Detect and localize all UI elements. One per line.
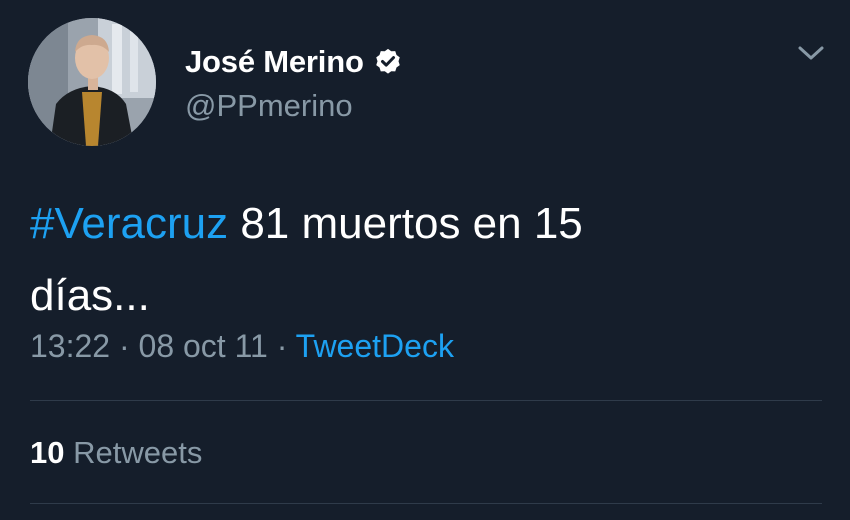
tweet-text-line2: días... [30, 271, 150, 320]
divider [30, 400, 822, 401]
retweet-stats[interactable]: 10 Retweets [30, 435, 202, 471]
display-name[interactable]: José Merino [185, 44, 364, 80]
user-name-row: José Merino [185, 40, 403, 84]
tweet-card: José Merino @PPmerino #Veracruz 81 muert… [0, 0, 850, 520]
source-link[interactable]: TweetDeck [296, 328, 454, 364]
verified-badge-icon [375, 48, 400, 74]
user-handle[interactable]: @PPmerino [185, 88, 353, 124]
retweets-label: Retweets [64, 435, 203, 470]
meta-separator: · [110, 328, 139, 364]
tweet-text-line1: 81 muertos en 15 [228, 199, 583, 248]
divider [30, 503, 822, 504]
avatar-image [28, 18, 156, 146]
hashtag-link[interactable]: #Veracruz [30, 199, 228, 248]
tweet-meta: 13:22 · 08 oct 11 · TweetDeck [30, 328, 454, 365]
meta-separator: · [267, 328, 296, 364]
tweet-text: #Veracruz 81 muertos en 15 días... [30, 188, 810, 332]
avatar[interactable] [28, 18, 156, 146]
retweets-count: 10 [30, 435, 65, 470]
chevron-down-icon[interactable] [793, 38, 829, 68]
tweet-date[interactable]: 08 oct 11 [139, 328, 268, 364]
tweet-time[interactable]: 13:22 [30, 328, 110, 364]
